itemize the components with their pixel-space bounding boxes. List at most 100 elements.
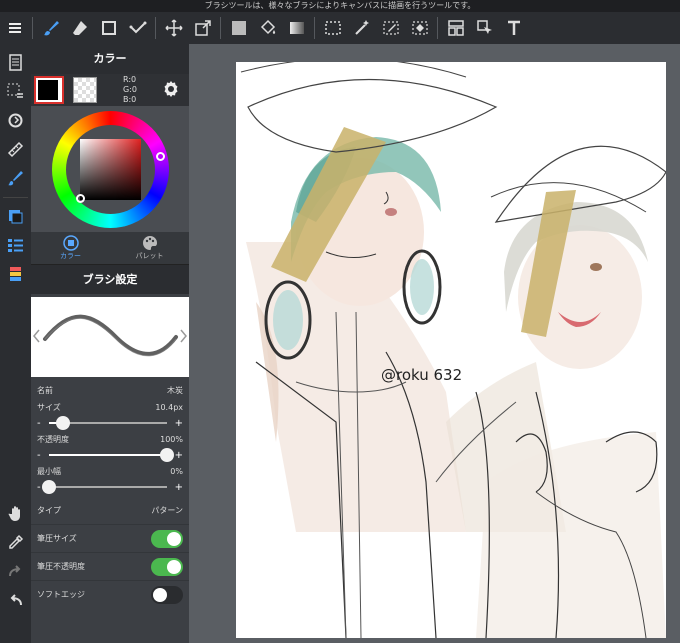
redo-button[interactable] (0, 557, 31, 586)
bucket-tool-button[interactable] (253, 12, 282, 44)
main-color-swatch[interactable] (34, 76, 64, 104)
ruler-button[interactable] (0, 135, 31, 164)
brush-preview (31, 297, 189, 377)
layer-window-button[interactable] (0, 260, 31, 289)
name-value: 木炭 (167, 385, 183, 395)
transparent-color-swatch[interactable] (73, 77, 97, 103)
select-tool-button[interactable] (318, 12, 347, 44)
operation-tool-button[interactable] (470, 12, 499, 44)
menu-icon (8, 23, 21, 33)
rotate-button[interactable] (0, 106, 31, 135)
toggle-row: ソフトエッジ (31, 580, 189, 608)
saturation-value-square[interactable] (80, 139, 141, 200)
size-value: 10.4px (155, 402, 183, 412)
type-row[interactable]: タイプ パターン (31, 496, 189, 524)
text-tool-button[interactable] (499, 12, 528, 44)
frame-divider-button[interactable] (441, 12, 470, 44)
rgb-b: B:0 (123, 95, 137, 104)
min-width-slider-knob[interactable] (41, 480, 56, 494)
transform-icon (194, 20, 211, 36)
rotate-icon (8, 113, 23, 128)
sv-handle[interactable] (76, 194, 85, 203)
select-eraser-icon (411, 21, 428, 35)
toggle-switch[interactable] (151, 585, 183, 604)
tab-color-label: カラー (60, 252, 81, 260)
opacity-minus-button[interactable]: - (37, 450, 41, 461)
toggle-switch[interactable] (151, 557, 183, 576)
gradient-tool-button[interactable] (282, 12, 311, 44)
opacity-plus-button[interactable]: + (175, 450, 183, 461)
tab-palette[interactable]: パレット (110, 232, 189, 264)
toggle-label: ソフトエッジ (37, 590, 85, 599)
cursor-select-icon (476, 20, 492, 34)
magic-wand-icon (354, 20, 369, 35)
selection-menu-button[interactable] (0, 77, 31, 106)
min-width-row: 最小幅 0% (31, 464, 189, 478)
palette-icon (142, 236, 157, 250)
eraser-tool-button[interactable] (65, 12, 94, 44)
fill-square-icon (231, 21, 246, 35)
brush-window-button[interactable] (0, 231, 31, 260)
chevron-right-icon[interactable] (179, 329, 187, 343)
undo-icon (10, 594, 22, 606)
name-label: 名前 (37, 385, 53, 395)
brush-name-row[interactable]: 名前 木炭 (31, 380, 189, 400)
gear-icon[interactable] (162, 80, 180, 98)
snap-brush-button[interactable] (0, 164, 31, 193)
toolbar-divider (220, 17, 221, 39)
color-row: R:0 G:0 B:0 (31, 74, 189, 106)
toggle-row: 筆圧不透明度 (31, 552, 189, 580)
opacity-slider[interactable] (48, 448, 174, 462)
foreground-color (38, 80, 58, 100)
toggle-switch[interactable] (151, 529, 183, 548)
hand-tool-button[interactable] (0, 499, 31, 528)
drawing-canvas[interactable]: @roku 632 (236, 62, 666, 638)
min-width-minus-button[interactable]: - (37, 482, 41, 493)
size-slider[interactable] (48, 416, 167, 430)
magic-wand-button[interactable] (347, 12, 376, 44)
selection-icon (324, 21, 341, 35)
color-wheel-area (31, 106, 189, 232)
brush-tool-button[interactable] (36, 12, 65, 44)
page-manager-button[interactable] (0, 48, 31, 77)
fill-tool-button[interactable] (224, 12, 253, 44)
toggle-list: 筆圧サイズ 筆圧不透明度ソフトエッジ (31, 524, 189, 608)
toggle-knob (167, 531, 181, 546)
tab-color[interactable]: カラー (31, 232, 110, 264)
toolbar-divider (437, 17, 438, 39)
select-pen-button[interactable] (376, 12, 405, 44)
min-width-plus-button[interactable]: + (175, 482, 183, 493)
min-width-value: 0% (170, 466, 183, 476)
frame-icon (447, 20, 464, 36)
rectangle-tool-button[interactable] (94, 12, 123, 44)
gradient-icon (289, 22, 304, 34)
transform-tool-button[interactable] (188, 12, 217, 44)
type-value: パターン (151, 505, 183, 515)
color-window-icon (9, 210, 23, 224)
eyedropper-button[interactable] (0, 528, 31, 557)
opacity-slider-knob[interactable] (159, 448, 174, 462)
color-window-button[interactable] (0, 202, 31, 231)
hue-handle[interactable] (156, 152, 165, 161)
size-minus-button[interactable]: - (37, 418, 41, 429)
left-toolbar-divider (3, 197, 28, 198)
left-bottom-tools (0, 499, 31, 615)
menu-button[interactable] (0, 12, 29, 44)
chevron-left-icon[interactable] (33, 329, 41, 343)
size-slider-knob[interactable] (55, 416, 70, 430)
select-eraser-button[interactable] (405, 12, 434, 44)
vector-tool-button[interactable] (123, 12, 152, 44)
brush-list-icon (8, 239, 23, 252)
hand-icon (8, 506, 20, 521)
snap-brush-icon (8, 171, 23, 186)
size-plus-button[interactable]: + (175, 418, 183, 429)
move-tool-button[interactable] (159, 12, 188, 44)
vector-icon (129, 21, 146, 34)
toggle-row: 筆圧サイズ (31, 524, 189, 552)
size-slider-row: - + (31, 414, 189, 432)
undo-button[interactable] (0, 586, 31, 615)
toolbar-divider (314, 17, 315, 39)
min-width-slider-row: - + (31, 478, 189, 496)
min-width-slider[interactable] (41, 480, 167, 494)
color-tabs: カラー パレット (31, 232, 189, 264)
